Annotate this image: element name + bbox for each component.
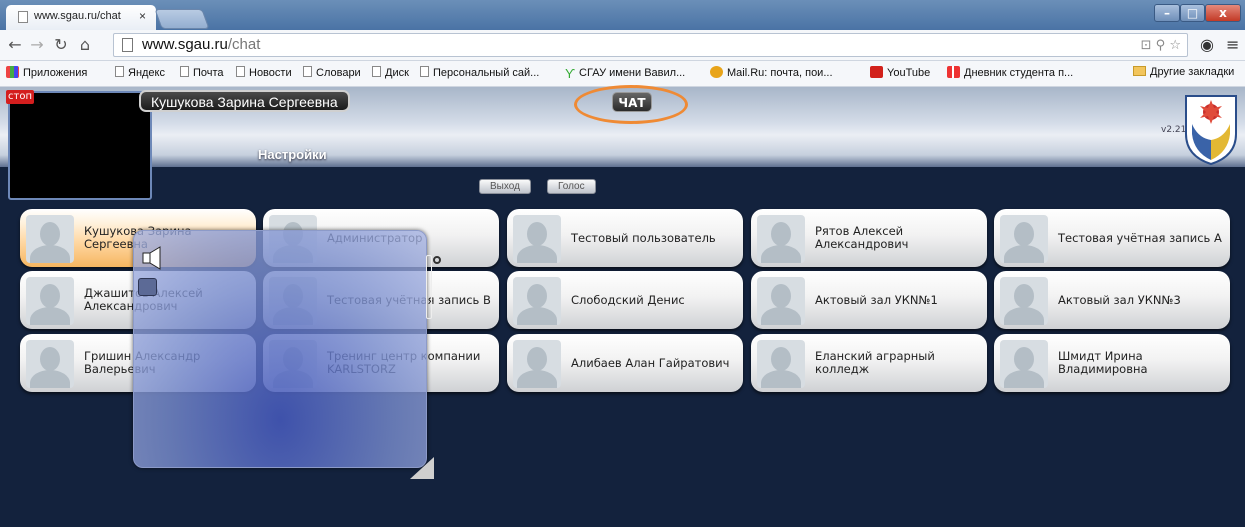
contact-card[interactable]: Шмидт Ирина Владимировна xyxy=(994,334,1230,392)
home-icon[interactable]: ⌂ xyxy=(74,35,96,54)
avatar xyxy=(757,340,805,388)
avatar xyxy=(513,277,561,325)
contact-card[interactable]: Слободский Денис xyxy=(507,271,743,329)
extension-icon[interactable]: ◉ xyxy=(1200,35,1214,54)
bookmark-disk[interactable]: Диск xyxy=(372,66,409,79)
mute-checkbox[interactable] xyxy=(138,278,157,296)
tab-close-icon[interactable]: × xyxy=(139,9,146,23)
bookmark-other[interactable]: Другие закладки xyxy=(1133,66,1234,78)
video-preview xyxy=(8,91,152,200)
current-user-name: Кушукова Зарина Сергеевна xyxy=(139,90,350,112)
page-icon xyxy=(18,11,28,23)
bookmark-personal-site[interactable]: Персональный сай... xyxy=(420,66,539,79)
maximize-button[interactable]: □ xyxy=(1180,4,1205,22)
contact-name: Тестовая учётная запись А xyxy=(1058,230,1222,245)
browser-toolbar: ← → ↻ ⌂ www.sgau.ru/chat ⊡ ⚲ ☆ ◉ ≡ xyxy=(0,30,1245,61)
contact-card[interactable]: Еланский аграрный колледж xyxy=(751,334,987,392)
zoom-icon xyxy=(433,256,441,264)
avatar xyxy=(757,277,805,325)
contact-name: Слободский Денис xyxy=(571,292,685,307)
bookmark-dictionaries[interactable]: Словари xyxy=(303,66,361,79)
contact-name: Рятов Алексей Александрович xyxy=(815,224,909,251)
voice-button[interactable]: Голос xyxy=(547,179,596,194)
avatar xyxy=(1000,277,1048,325)
avatar xyxy=(513,340,561,388)
contact-name: Актовый зал УКN№3 xyxy=(1058,292,1181,307)
bookmark-news[interactable]: Новости xyxy=(236,66,292,79)
avatar xyxy=(26,215,74,263)
tab-title: www.sgau.ru/chat xyxy=(34,10,121,22)
bookmark-yandex[interactable]: Яндекс xyxy=(115,66,165,79)
contact-card[interactable]: Тестовый пользователь xyxy=(507,209,743,267)
reload-icon[interactable]: ↻ xyxy=(50,35,72,54)
exit-button[interactable]: Выход xyxy=(479,179,531,194)
contact-card[interactable]: Рятов Алексей Александрович xyxy=(751,209,987,267)
browser-tab-bar: www.sgau.ru/chat × – □ x xyxy=(0,0,1245,30)
bookmark-youtube[interactable]: YouTube xyxy=(870,66,930,79)
menu-icon[interactable]: ≡ xyxy=(1226,35,1239,54)
close-window-button[interactable]: x xyxy=(1205,4,1241,22)
volume-slider[interactable] xyxy=(426,255,432,319)
contact-card[interactable]: Тестовая учётная запись А xyxy=(994,209,1230,267)
bookmark-student-diary[interactable]: Дневник студента п... xyxy=(947,66,1073,79)
bookmark-mailru[interactable]: Mail.Ru: почта, пои... xyxy=(710,66,833,79)
forward-icon[interactable]: → xyxy=(26,35,48,54)
avatar xyxy=(26,340,74,388)
university-logo xyxy=(1185,95,1237,166)
contact-name: Актовый зал УКN№1 xyxy=(815,292,938,307)
page-icon xyxy=(122,38,133,52)
contact-card[interactable]: Актовый зал УКN№1 xyxy=(751,271,987,329)
settings-link[interactable]: Настройки xyxy=(258,147,327,162)
volume-overlay-panel[interactable] xyxy=(133,230,427,468)
bookmark-apps[interactable]: Приложения xyxy=(6,66,87,79)
contact-name: Алибаев Алан Гайратович xyxy=(571,355,730,370)
avatar xyxy=(1000,340,1048,388)
browser-tab[interactable]: www.sgau.ru/chat × xyxy=(6,5,156,30)
new-tab-button[interactable] xyxy=(154,9,210,29)
bookmark-star-icon[interactable]: ⊡ ⚲ ☆ xyxy=(1141,38,1181,53)
avatar xyxy=(757,215,805,263)
bookmark-sgau[interactable]: ϒ СГАУ имени Вавил... xyxy=(565,66,685,81)
avatar xyxy=(1000,215,1048,263)
contact-card[interactable]: Алибаев Алан Гайратович xyxy=(507,334,743,392)
stop-button[interactable]: стоп xyxy=(6,90,34,104)
contact-name: Еланский аграрный колледж xyxy=(815,349,935,376)
back-icon[interactable]: ← xyxy=(4,35,26,54)
bookmark-mail[interactable]: Почта xyxy=(180,66,224,79)
chat-button[interactable]: ЧАТ xyxy=(612,92,652,112)
minimize-button[interactable]: – xyxy=(1154,4,1180,22)
avatar xyxy=(513,215,561,263)
bookmarks-bar: Приложения Яндекс Почта Новости Словари … xyxy=(0,61,1245,87)
contact-card[interactable]: Актовый зал УКN№3 xyxy=(994,271,1230,329)
avatar xyxy=(26,277,74,325)
contact-name: Тестовый пользователь xyxy=(571,230,716,245)
url-text: www.sgau.ru/chat xyxy=(142,36,261,53)
resize-handle[interactable] xyxy=(410,457,434,479)
speaker-icon[interactable] xyxy=(142,245,164,271)
contact-name: Шмидт Ирина Владимировна xyxy=(1058,349,1148,376)
version-label: v2.21 xyxy=(1161,125,1187,135)
address-bar[interactable]: www.sgau.ru/chat ⊡ ⚲ ☆ xyxy=(113,33,1188,57)
